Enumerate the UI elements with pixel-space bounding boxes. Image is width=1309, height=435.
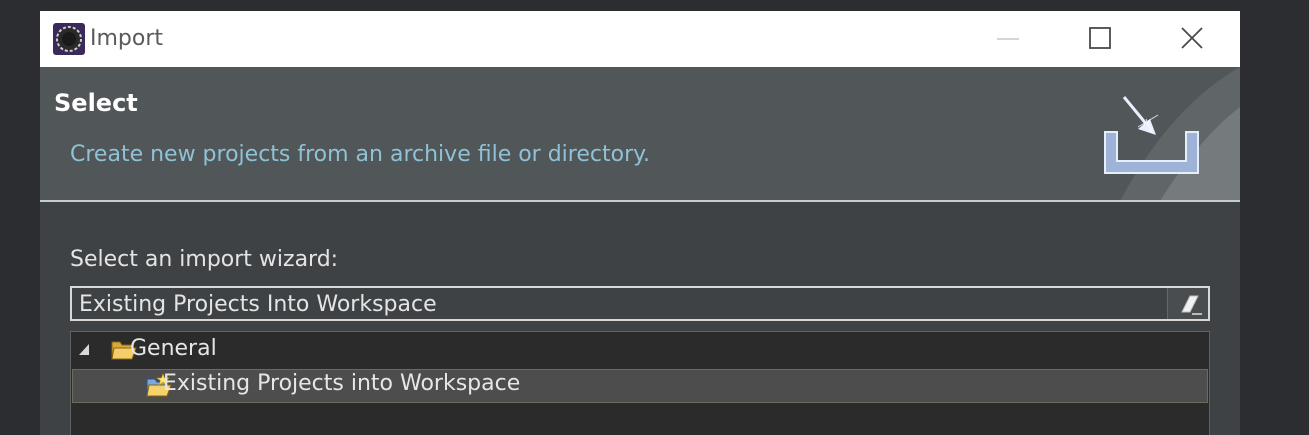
collapse-triangle-icon[interactable] (77, 342, 93, 358)
close-button[interactable] (1169, 19, 1215, 59)
page-description: Create new projects from an archive file… (70, 142, 650, 167)
clear-filter-button[interactable] (1167, 288, 1208, 319)
wizard-prompt-label: Select an import wizard: (70, 247, 339, 272)
tree-item-existing-projects[interactable]: Existing Projects into Workspace (72, 369, 1208, 403)
wizard-tree[interactable]: General Existing Projects into Workspace (70, 331, 1210, 435)
import-dialog: Import Select Create new projects from a… (40, 11, 1240, 435)
wizard-header: Select Create new projects from an archi… (40, 67, 1240, 201)
filter-input-value[interactable]: Existing Projects Into Workspace (79, 292, 437, 317)
eclipse-app-icon (52, 22, 86, 56)
wizard-body: Select an import wizard: Existing Projec… (40, 202, 1240, 435)
window-title: Import (90, 26, 164, 51)
maximize-icon (1089, 27, 1111, 49)
tree-item-label: Existing Projects into Workspace (163, 371, 521, 396)
eraser-icon (1181, 295, 1202, 315)
title-bar: Import (40, 11, 1240, 67)
tree-item-general[interactable]: General (71, 334, 1209, 366)
close-icon (1181, 27, 1203, 49)
minimize-icon (997, 38, 1019, 40)
import-wizard-banner-icon (1080, 67, 1240, 201)
page-title: Select (54, 89, 138, 117)
tree-item-label: General (130, 336, 217, 361)
wizard-filter-input[interactable]: Existing Projects Into Workspace (70, 286, 1210, 321)
minimize-button[interactable] (985, 19, 1031, 59)
maximize-button[interactable] (1077, 19, 1123, 59)
